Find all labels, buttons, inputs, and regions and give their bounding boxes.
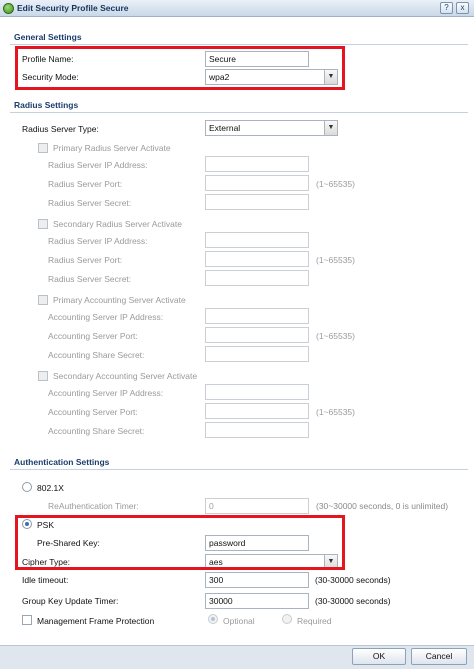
- app-icon: [3, 3, 14, 14]
- reauth-timer-input[interactable]: 0: [205, 498, 309, 514]
- radius-port-label: Radius Server Port:: [48, 179, 123, 189]
- primary-radius-label: Primary Radius Server Activate: [53, 143, 171, 153]
- mfp-checkbox[interactable]: [22, 615, 32, 625]
- radius-server-type-label: Radius Server Type:: [22, 124, 99, 134]
- accounting-ip-label: Accounting Server IP Address:: [48, 312, 164, 322]
- mfp-required-label: Required: [297, 616, 332, 626]
- accounting-secret-label: Accounting Share Secret:: [48, 426, 145, 436]
- close-button[interactable]: x: [456, 2, 469, 14]
- dot1x-label: 802.1X: [37, 483, 64, 493]
- radius-secret-label: Radius Server Secret:: [48, 274, 132, 284]
- section-divider: [10, 469, 468, 470]
- radius-port-input[interactable]: [205, 251, 309, 267]
- radius-ip-label: Radius Server IP Address:: [48, 160, 148, 170]
- port-range-hint: (1~65535): [316, 179, 355, 189]
- radius-ip-label: Radius Server IP Address:: [48, 236, 148, 246]
- ok-button[interactable]: OK: [352, 648, 406, 665]
- highlight-psk: [15, 515, 345, 570]
- radius-port-input[interactable]: [205, 175, 309, 191]
- idle-timeout-label: Idle timeout:: [22, 575, 69, 585]
- help-button[interactable]: ?: [440, 2, 453, 14]
- idle-timeout-hint: (30-30000 seconds): [315, 575, 391, 585]
- radius-ip-input[interactable]: [205, 156, 309, 172]
- radius-secret-input[interactable]: [205, 194, 309, 210]
- group-key-timer-label: Group Key Update Timer:: [22, 596, 119, 606]
- secondary-radius-checkbox[interactable]: [38, 219, 48, 229]
- secondary-radius-label: Secondary Radius Server Activate: [53, 219, 182, 229]
- accounting-ip-label: Accounting Server IP Address:: [48, 388, 164, 398]
- port-range-hint: (1~65535): [316, 331, 355, 341]
- reauth-hint: (30~30000 seconds, 0 is unlimited): [316, 501, 449, 511]
- group-key-timer-input[interactable]: 30000: [205, 593, 309, 609]
- radius-secret-label: Radius Server Secret:: [48, 198, 132, 208]
- radius-server-type-value: External: [209, 123, 241, 133]
- mfp-required-radio[interactable]: [282, 614, 292, 624]
- secondary-accounting-checkbox[interactable]: [38, 371, 48, 381]
- accounting-port-label: Accounting Server Port:: [48, 407, 138, 417]
- accounting-port-input[interactable]: [205, 327, 309, 343]
- port-range-hint: (1~65535): [316, 407, 355, 417]
- section-divider: [10, 112, 468, 113]
- radius-port-label: Radius Server Port:: [48, 255, 123, 265]
- chevron-down-icon: ▼: [324, 121, 337, 135]
- dot1x-radio[interactable]: [22, 482, 32, 492]
- accounting-port-label: Accounting Server Port:: [48, 331, 138, 341]
- mfp-optional-label: Optional: [223, 616, 255, 626]
- primary-accounting-checkbox[interactable]: [38, 295, 48, 305]
- highlight-general: [15, 46, 345, 90]
- secondary-accounting-label: Secondary Accounting Server Activate: [53, 371, 198, 381]
- section-divider: [10, 44, 468, 45]
- accounting-ip-input[interactable]: [205, 308, 309, 324]
- accounting-secret-input[interactable]: [205, 422, 309, 438]
- mfp-label: Management Frame Protection: [37, 616, 155, 626]
- accounting-port-input[interactable]: [205, 403, 309, 419]
- primary-radius-checkbox[interactable]: [38, 143, 48, 153]
- radius-secret-input[interactable]: [205, 270, 309, 286]
- mfp-optional-radio[interactable]: [208, 614, 218, 624]
- reauth-timer-label: ReAuthentication Timer:: [48, 501, 139, 511]
- accounting-secret-label: Accounting Share Secret:: [48, 350, 145, 360]
- radius-ip-input[interactable]: [205, 232, 309, 248]
- radius-settings-title: Radius Settings: [14, 100, 79, 110]
- radius-server-type-select[interactable]: External ▼: [205, 120, 338, 136]
- accounting-secret-input[interactable]: [205, 346, 309, 362]
- port-range-hint: (1~65535): [316, 255, 355, 265]
- authentication-settings-title: Authentication Settings: [14, 457, 110, 467]
- primary-accounting-label: Primary Accounting Server Activate: [53, 295, 186, 305]
- cancel-button[interactable]: Cancel: [411, 648, 467, 665]
- idle-timeout-input[interactable]: 300: [205, 572, 309, 588]
- accounting-ip-input[interactable]: [205, 384, 309, 400]
- general-settings-title: General Settings: [14, 32, 82, 42]
- group-key-timer-hint: (30-30000 seconds): [315, 596, 391, 606]
- title-bar: Edit Security Profile Secure ? x: [0, 0, 474, 17]
- window-title: Edit Security Profile Secure: [17, 3, 129, 13]
